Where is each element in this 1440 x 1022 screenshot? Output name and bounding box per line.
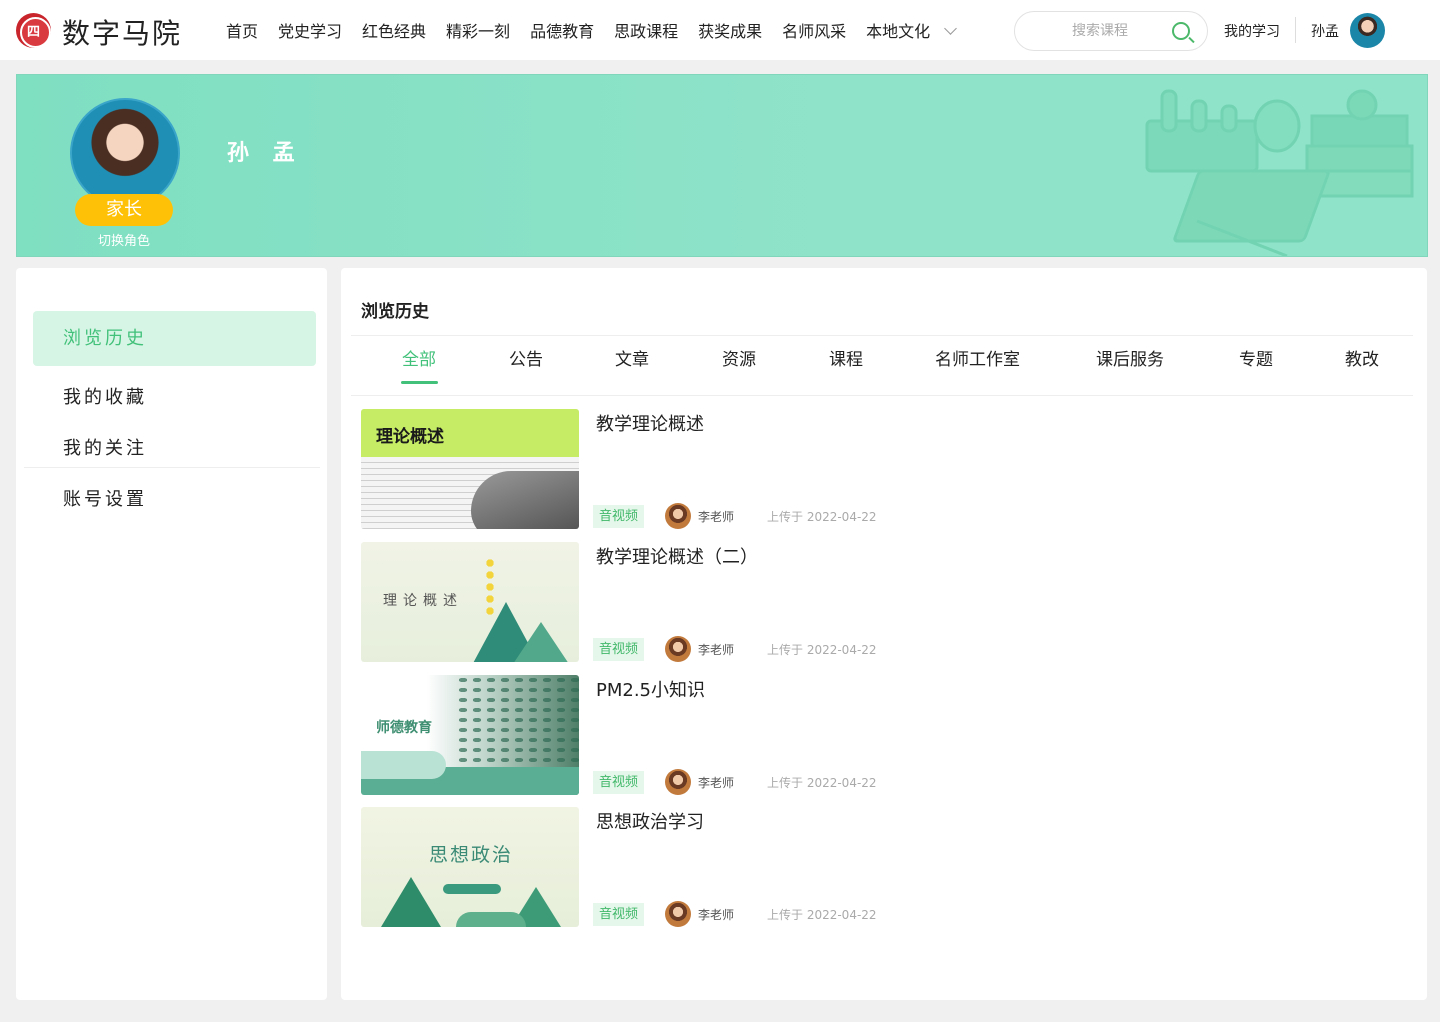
item-title[interactable]: 思想政治学习 [596, 808, 704, 834]
item-type-tag: 音视频 [593, 771, 644, 794]
nav-item-ideology-courses[interactable]: 思政课程 [604, 18, 688, 42]
chevron-down-icon[interactable] [944, 21, 958, 35]
item-author: 李老师 [698, 908, 735, 922]
tab-courses[interactable]: 课程 [829, 345, 863, 370]
tab-announcements[interactable]: 公告 [509, 345, 543, 370]
tab-topics[interactable]: 专题 [1239, 345, 1273, 370]
profile-avatar[interactable] [70, 98, 180, 208]
item-upload-date: 上传于 2022-04-22 [767, 643, 877, 657]
history-item[interactable]: 思想政治 思想政治学习 音视频 李老师 上传于 2022-04-22 [361, 807, 1401, 927]
search-icon[interactable] [1172, 22, 1190, 40]
item-title[interactable]: 教学理论概述（二） [596, 543, 758, 569]
sidebar-item-favorites[interactable]: 我的收藏 [33, 370, 316, 425]
item-type-tag: 音视频 [593, 638, 644, 661]
item-thumbnail[interactable]: 师德教育 [361, 675, 579, 795]
nav-item-highlights[interactable]: 精彩一刻 [436, 18, 520, 42]
header-avatar[interactable] [1350, 13, 1385, 48]
main-panel: 浏览历史 全部 公告 文章 资源 课程 名师工作室 课后服务 专题 教改 理论概… [341, 268, 1427, 1000]
profile-banner: 家长 切换角色 孙 孟 [16, 74, 1428, 257]
author-avatar [665, 769, 691, 795]
thumbnail-text: 理论概述 [383, 593, 463, 609]
tabs-divider-bottom [351, 395, 1413, 396]
item-title[interactable]: PM2.5小知识 [596, 676, 705, 702]
item-upload-date: 上传于 2022-04-22 [767, 776, 877, 790]
item-author: 李老师 [698, 776, 735, 790]
author-avatar [665, 503, 691, 529]
tab-reform[interactable]: 教改 [1345, 345, 1379, 370]
history-item[interactable]: 理论概述 教学理论概述（二） 音视频 李老师 上传于 2022-04-22 [361, 542, 1401, 662]
history-item[interactable]: 理论概述 教学理论概述 音视频 李老师 上传于 2022-04-22 [361, 409, 1401, 529]
item-type-tag: 音视频 [593, 903, 644, 926]
my-study-link[interactable]: 我的学习 [1224, 21, 1280, 41]
item-upload-date: 上传于 2022-04-22 [767, 510, 877, 524]
thumbnail-text: 理论概述 [376, 427, 444, 447]
page-title: 浏览历史 [361, 302, 429, 322]
main-nav: 首页 党史学习 红色经典 精彩一刻 品德教育 思政课程 获奖成果 名师风采 本地… [216, 0, 958, 60]
role-badge: 家长 [75, 194, 173, 226]
sidebar-item-history[interactable]: 浏览历史 [33, 311, 316, 366]
history-item[interactable]: 师德教育 PM2.5小知识 音视频 李老师 上传于 2022-04-22 [361, 675, 1401, 795]
tab-articles[interactable]: 文章 [615, 345, 649, 370]
header-username[interactable]: 孙孟 [1311, 21, 1339, 41]
nav-item-red-classics[interactable]: 红色经典 [352, 18, 436, 42]
item-title[interactable]: 教学理论概述 [596, 410, 704, 436]
sidebar-item-account-settings[interactable]: 账号设置 [33, 472, 316, 527]
site-name[interactable]: 数字马院 [62, 12, 182, 52]
site-logo-icon[interactable]: 四 [16, 13, 51, 48]
switch-role-link[interactable]: 切换角色 [81, 230, 167, 249]
top-header: 四 数字马院 首页 党史学习 红色经典 精彩一刻 品德教育 思政课程 获奖成果 … [0, 0, 1440, 60]
author-avatar [665, 901, 691, 927]
item-thumbnail[interactable]: 理论概述 [361, 542, 579, 662]
item-thumbnail[interactable]: 理论概述 [361, 409, 579, 529]
logo-mark: 四 [26, 25, 40, 40]
author-avatar [665, 636, 691, 662]
header-divider [1295, 17, 1296, 43]
nav-item-awards[interactable]: 获奖成果 [688, 18, 772, 42]
tab-after-school[interactable]: 课后服务 [1096, 345, 1164, 370]
tab-teacher-studio[interactable]: 名师工作室 [935, 345, 1020, 370]
profile-name: 孙 孟 [227, 141, 303, 166]
item-author: 李老师 [698, 510, 735, 524]
nav-item-teachers[interactable]: 名师风采 [772, 18, 856, 42]
search-input[interactable] [1035, 20, 1165, 42]
active-tab-indicator [401, 381, 438, 384]
thumbnail-text: 师德教育 [376, 720, 432, 736]
nav-item-party-history[interactable]: 党史学习 [268, 18, 352, 42]
sidebar: 浏览历史 我的收藏 我的关注 账号设置 [16, 268, 327, 1000]
item-upload-date: 上传于 2022-04-22 [767, 908, 877, 922]
nav-item-moral-education[interactable]: 品德教育 [520, 18, 604, 42]
search-box [1014, 11, 1208, 51]
item-author: 李老师 [698, 643, 735, 657]
tab-all[interactable]: 全部 [402, 345, 436, 370]
nav-item-local-culture[interactable]: 本地文化 [856, 18, 940, 42]
tabs-divider-top [351, 335, 1413, 336]
nav-item-home[interactable]: 首页 [216, 18, 268, 42]
sidebar-divider [24, 467, 320, 468]
item-type-tag: 音视频 [593, 505, 644, 528]
tab-resources[interactable]: 资源 [722, 345, 756, 370]
item-thumbnail[interactable]: 思想政治 [361, 807, 579, 927]
thumbnail-text: 思想政治 [429, 844, 514, 866]
banner-illustration [1145, 89, 1414, 256]
